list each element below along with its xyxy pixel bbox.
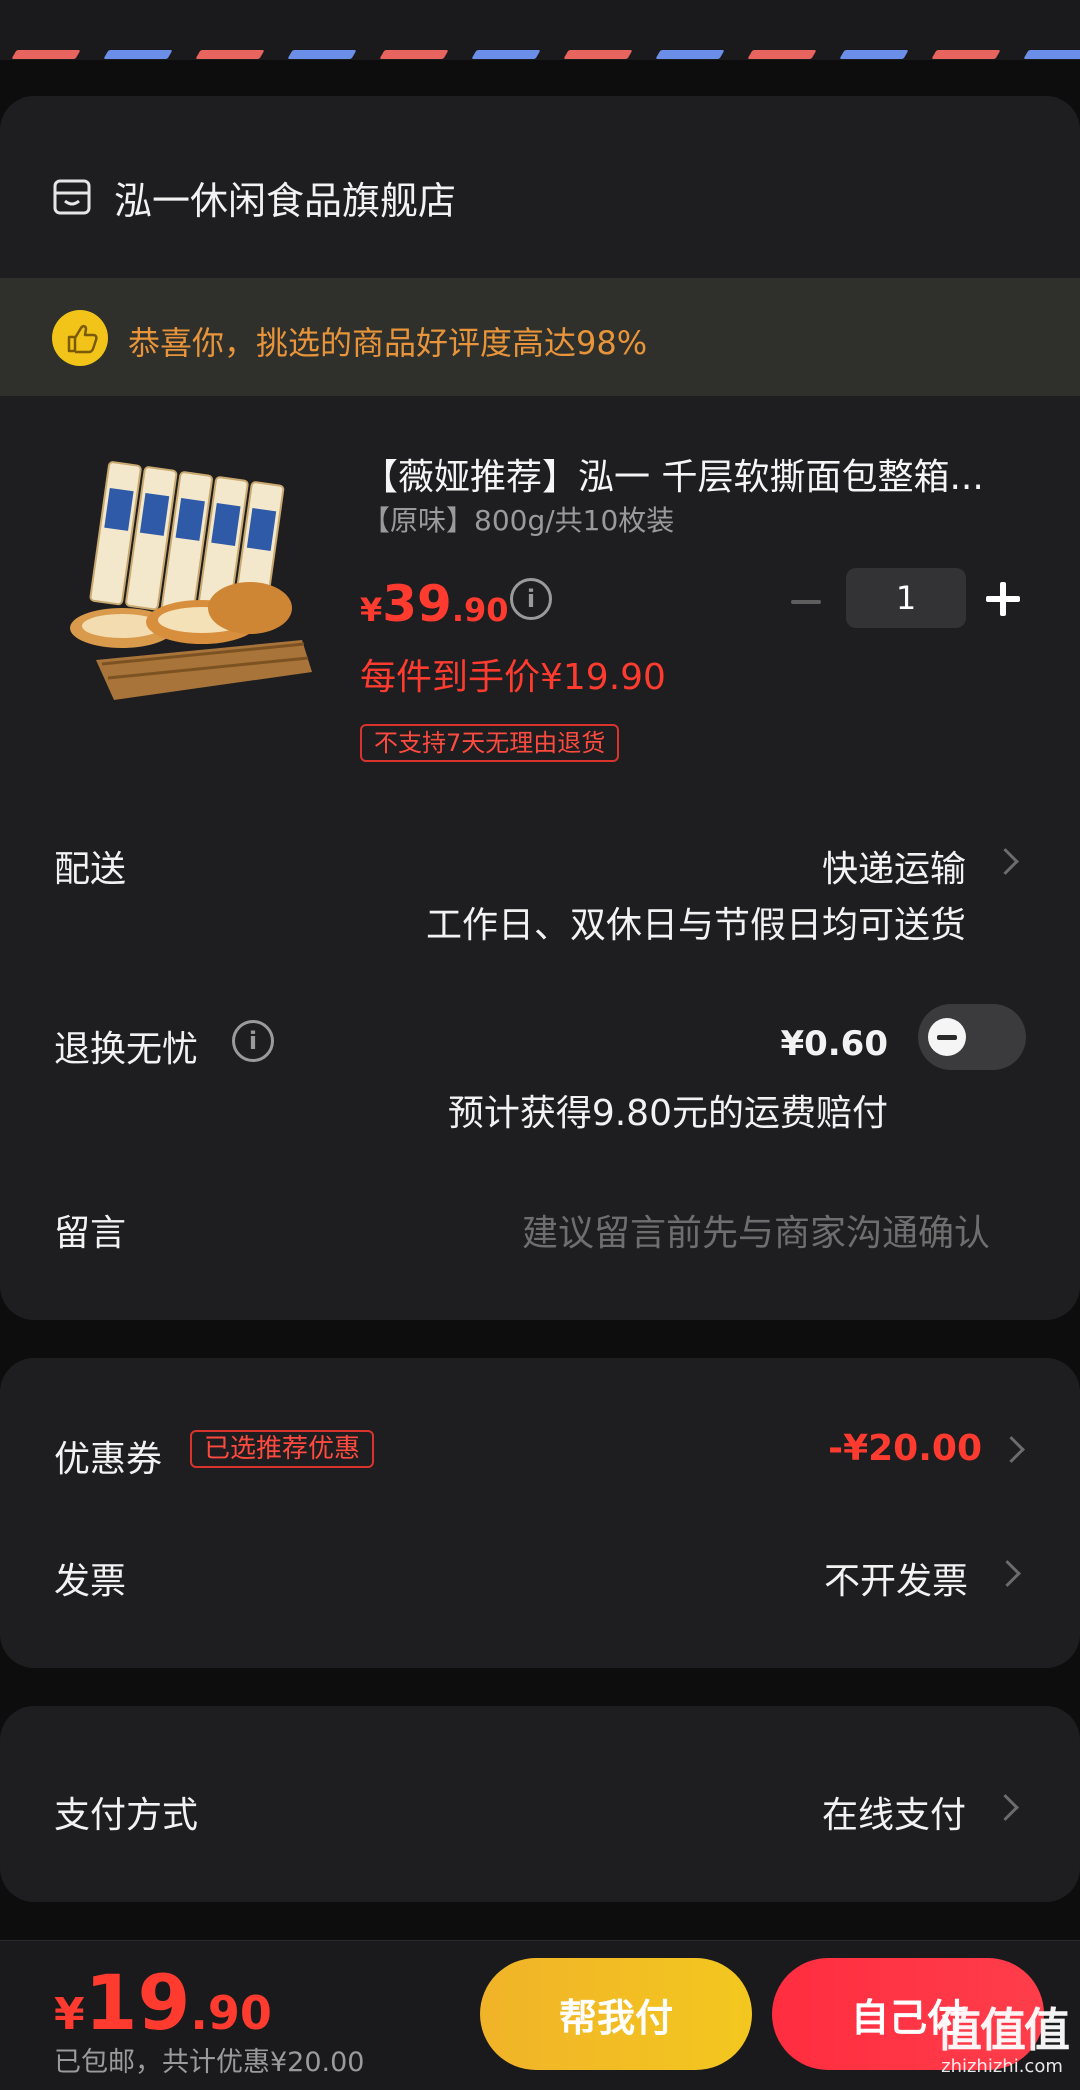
price-info-icon[interactable]: i	[510, 578, 552, 620]
discount-card	[0, 1358, 1080, 1668]
total-currency: ¥	[54, 1989, 85, 2040]
coupon-value[interactable]: -¥20.00	[828, 1428, 982, 1469]
toggle-knob-icon	[928, 1018, 966, 1056]
quantity-input[interactable]: 1	[846, 568, 966, 628]
no-return-tag: 不支持7天无理由退货	[360, 724, 620, 762]
per-item-price: 每件到手价¥19.90	[360, 657, 666, 698]
total-decimal: .90	[190, 1986, 272, 2040]
price-decimal: .90	[451, 591, 509, 629]
price-currency: ¥	[360, 591, 383, 629]
envelope-stripe	[0, 50, 1080, 62]
store-icon	[53, 179, 91, 215]
price-integer: 39	[382, 575, 452, 633]
delivery-method[interactable]: 快递运输	[822, 840, 966, 892]
payment-label: 支付方式	[54, 1795, 199, 1836]
coupon-selected-tag: 已选推荐优惠	[190, 1430, 375, 1468]
total-integer: 19	[84, 1958, 191, 2047]
help-me-pay-button[interactable]: 帮我付	[480, 1958, 752, 2070]
return-insurance-label: 退换无忧	[54, 1029, 199, 1070]
invoice-label: 发票	[54, 1561, 127, 1602]
return-insurance-toggle[interactable]	[918, 1004, 1026, 1070]
quantity-increase-button[interactable]	[986, 578, 1026, 618]
product-price: ¥39.90	[360, 575, 509, 633]
product-variant[interactable]: 【原味】800g/共10枚装	[362, 499, 674, 539]
delivery-label: 配送	[54, 849, 127, 890]
message-label: 留言	[54, 1213, 127, 1254]
product-title[interactable]: 【薇娅推荐】泓一 千层软撕面包整箱...	[362, 448, 1032, 500]
rating-banner-text: 恭喜你，挑选的商品好评度高达98%	[128, 324, 648, 362]
quantity-decrease-button[interactable]	[786, 582, 826, 622]
shop-header[interactable]: 泓一休闲食品旗舰店	[52, 170, 456, 224]
return-info-icon[interactable]: i	[232, 1020, 274, 1062]
coupon-label: 优惠券	[54, 1439, 163, 1480]
return-insurance-note: 预计获得9.80元的运费赔付	[447, 1093, 888, 1134]
delivery-note: 工作日、双休日与节假日均可送货	[425, 905, 966, 946]
return-insurance-price: ¥0.60	[780, 1024, 888, 1064]
message-input[interactable]: 建议留言前先与商家沟通确认	[522, 1204, 990, 1256]
total-price: ¥19.90	[54, 1958, 272, 2047]
site-watermark: 值值值 zhizhizhi.com	[932, 2004, 1072, 2084]
shop-name: 泓一休闲食品旗舰店	[114, 178, 457, 223]
payment-method[interactable]: 在线支付	[822, 1786, 966, 1838]
watermark-logo: 值值值	[936, 2003, 1070, 2057]
invoice-value[interactable]: 不开发票	[824, 1552, 968, 1604]
thumbs-up-icon	[52, 310, 108, 366]
product-image[interactable]	[52, 450, 324, 712]
discount-summary: 已包邮，共计优惠¥20.00	[54, 2047, 365, 2078]
watermark-url: zhizhizhi.com	[941, 2056, 1063, 2077]
